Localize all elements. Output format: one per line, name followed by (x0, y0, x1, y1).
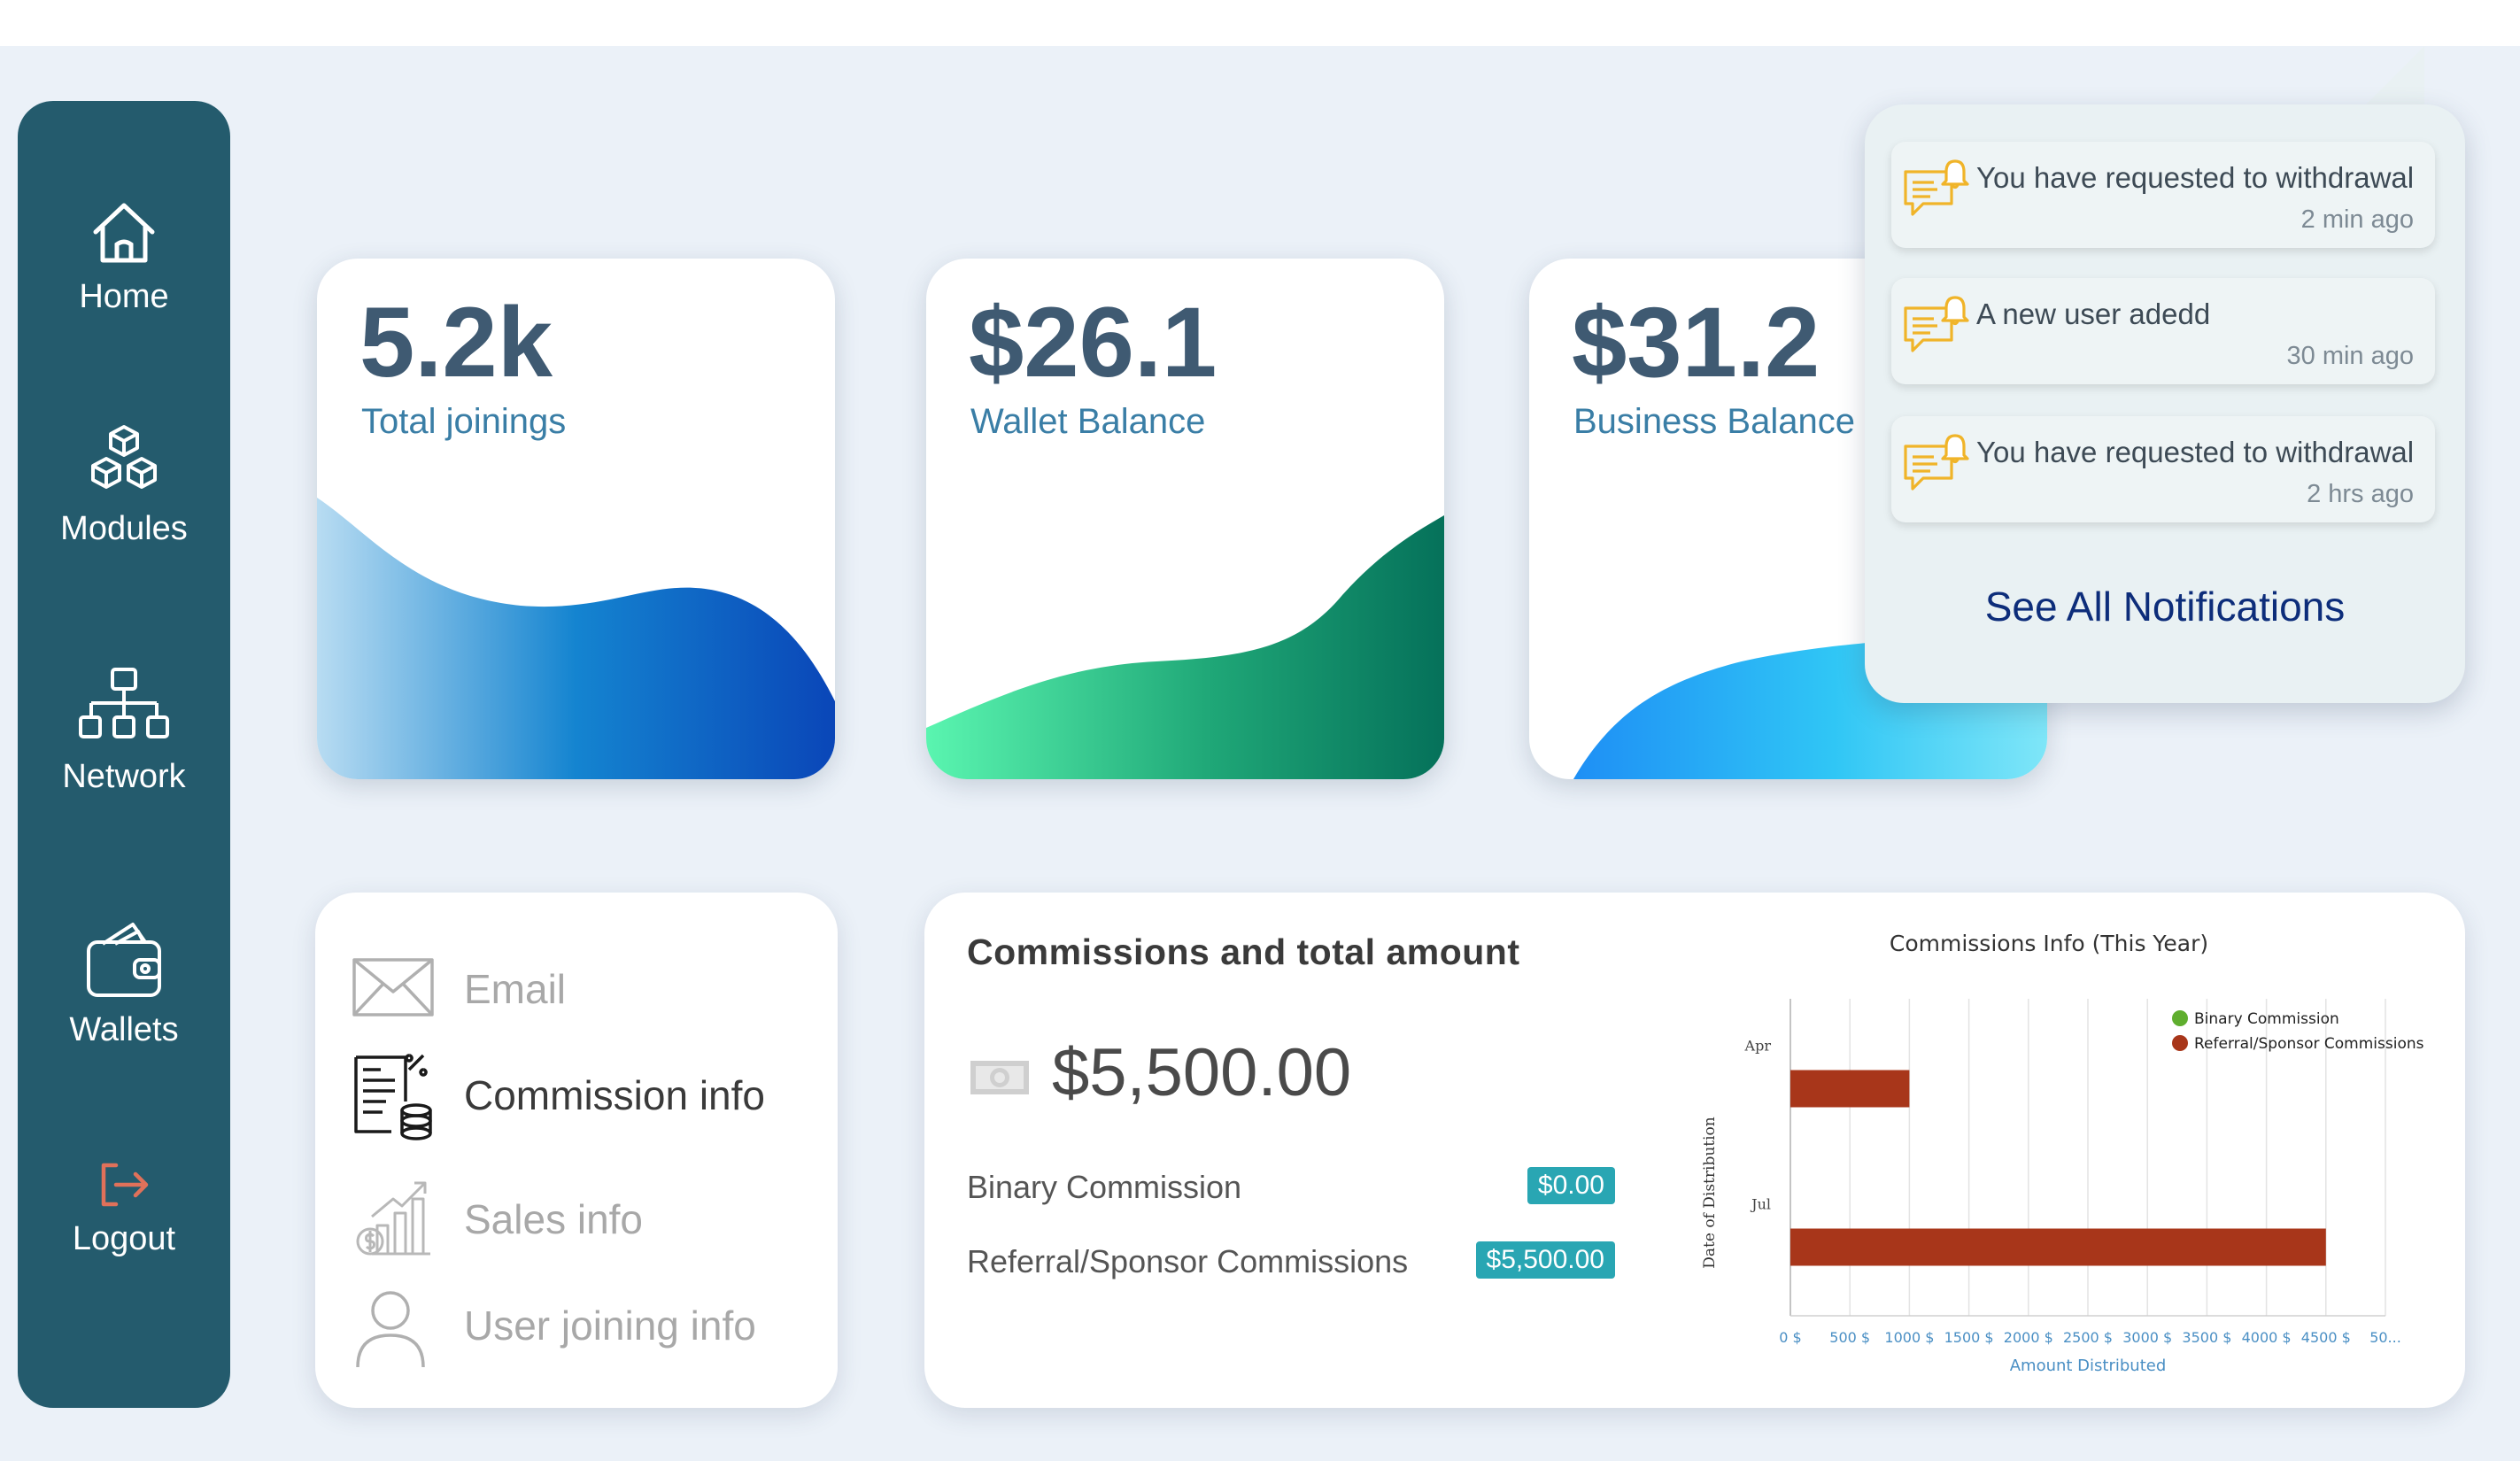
sidebar-item-network[interactable]: Network (18, 664, 230, 796)
notification-text: A new user adedd (1976, 298, 2211, 330)
chart-x-tick-label: 4500 $ (2301, 1329, 2351, 1346)
stat-value: $31.2 (1572, 287, 1820, 398)
notification-bell-message-icon (1904, 434, 1969, 491)
user-icon (356, 1291, 425, 1368)
stat-label: Total joinings (361, 402, 567, 441)
referral-commission-label: Referral/Sponsor Commissions (967, 1243, 1409, 1279)
sidebar-item-wallets[interactable]: Wallets (18, 917, 230, 1049)
info-menu-label: Email (464, 966, 567, 1012)
stat-value: $26.1 (969, 287, 1217, 398)
commissions-bar-chart: Commissions Info (This Year) 0 $ 500 $ 1000… (1701, 931, 2424, 1375)
referral-commission-amount-badge: $5,500.00 (1475, 1241, 1615, 1279)
chart-legend-marker (2172, 1035, 2188, 1051)
chart-x-tick-label: 3500 $ (2182, 1329, 2231, 1346)
notification-text: You have requested to withdrawal (1976, 436, 2415, 468)
info-menu-item-commission[interactable]: Commission info (351, 1052, 811, 1140)
chart-bar (1790, 1070, 1910, 1108)
binary-commission-label: Binary Commission (967, 1169, 1242, 1205)
notification-time: 2 min ago (2300, 205, 2414, 234)
notification-text: You have requested to withdrawal (1976, 161, 2415, 194)
commissions-title: Commissions and total amount (967, 931, 1520, 972)
chart-x-tick-label: 2500 $ (2063, 1329, 2113, 1346)
sidebar-item-label: Logout (72, 1220, 176, 1257)
notification-item[interactable]: A new user adedd 30 min ago (1891, 278, 2435, 384)
network-icon (79, 668, 169, 738)
info-menu-label: User joining info (464, 1303, 756, 1349)
stat-card-total-joinings[interactable]: 5.2k Total joinings (317, 259, 835, 779)
chart-x-axis-label: Amount Distributed (2010, 1357, 2167, 1375)
notifications-dropdown: You have requested to withdrawal 2 min a… (1865, 104, 2465, 703)
stat-value: 5.2k (359, 287, 553, 398)
sidebar-item-label: Network (62, 758, 186, 795)
envelope-icon (352, 958, 434, 1017)
logout-icon (101, 1163, 149, 1207)
binary-commission-amount-badge: $0.00 (1527, 1167, 1615, 1204)
see-all-notifications-link[interactable]: See All Notifications (1865, 583, 2465, 630)
sidebar: Home Modules Network Wallets Logout (18, 101, 230, 1408)
chart-x-tick-label: 50... (2369, 1329, 2401, 1346)
sidebar-item-logout[interactable]: Logout (18, 1158, 230, 1258)
commissions-card: Commissions and total amount $5,500.00 B… (924, 893, 2465, 1408)
sidebar-item-label: Wallets (69, 1011, 179, 1048)
notification-time: 30 min ago (2286, 342, 2415, 370)
chart-x-tick-label: 2000 $ (2004, 1329, 2053, 1346)
info-menu-label: Sales info (464, 1196, 644, 1242)
notification-item[interactable]: You have requested to withdrawal 2 min a… (1891, 142, 2435, 248)
cash-icon (970, 1061, 1029, 1094)
chart-y-tick-label: Apr (1744, 1038, 1772, 1055)
info-menu-label: Commission info (464, 1072, 765, 1118)
chart-legend-label: Binary Commission (2194, 1010, 2339, 1028)
commissions-chart: Commissions Info (This Year) 0 $ 500 $ 1000… (1650, 928, 2447, 1397)
notification-bell-message-icon (1904, 159, 1969, 216)
sales-chart-icon (356, 1181, 430, 1256)
notification-item[interactable]: You have requested to withdrawal 2 hrs a… (1891, 416, 2435, 522)
stat-card-wallet-balance[interactable]: $26.1 Wallet Balance (926, 259, 1444, 779)
chart-legend-label: Referral/Sponsor Commissions (2194, 1035, 2424, 1053)
chart-y-axis-label: Date of Distribution (1701, 1117, 1719, 1269)
home-icon (93, 203, 155, 263)
chart-x-tick-label: 3000 $ (2122, 1329, 2172, 1346)
info-menu-item-email[interactable]: Email (351, 946, 776, 1034)
info-menu-item-user-joining[interactable]: User joining info (351, 1287, 776, 1376)
sidebar-item-modules[interactable]: Modules (18, 421, 230, 548)
sidebar-item-label: Modules (60, 510, 188, 547)
chart-x-tick-label: 4000 $ (2242, 1329, 2292, 1346)
stat-label: Business Balance (1573, 402, 1855, 441)
commissions-total: $5,500.00 (1052, 1035, 1352, 1110)
chart-legend-marker (2172, 1010, 2188, 1026)
sidebar-item-home[interactable]: Home (18, 198, 230, 316)
chart-x-tick-label: 1500 $ (1944, 1329, 1994, 1346)
chart-bar (1790, 1228, 2326, 1266)
sidebar-item-label: Home (79, 278, 169, 315)
chart-x-tick-label: 1000 $ (1884, 1329, 1934, 1346)
wallet-icon (87, 923, 161, 997)
chart-y-tick-label: Jul (1750, 1196, 1771, 1213)
notification-time: 2 hrs ago (2307, 480, 2414, 508)
chart-x-tick-label: 0 $ (1779, 1329, 1801, 1346)
chart-title: Commissions Info (This Year) (1890, 931, 2208, 956)
info-menu-item-sales[interactable]: Sales info (351, 1172, 776, 1261)
commission-document-icon (354, 1054, 432, 1140)
notification-pointer (2366, 46, 2424, 108)
notification-bell-message-icon (1904, 296, 1969, 352)
info-menu-card: Email Commission info Sales info User jo… (315, 893, 838, 1408)
chart-x-tick-label: 500 $ (1829, 1329, 1870, 1346)
stat-label: Wallet Balance (970, 402, 1206, 441)
cubes-icon (91, 425, 157, 489)
